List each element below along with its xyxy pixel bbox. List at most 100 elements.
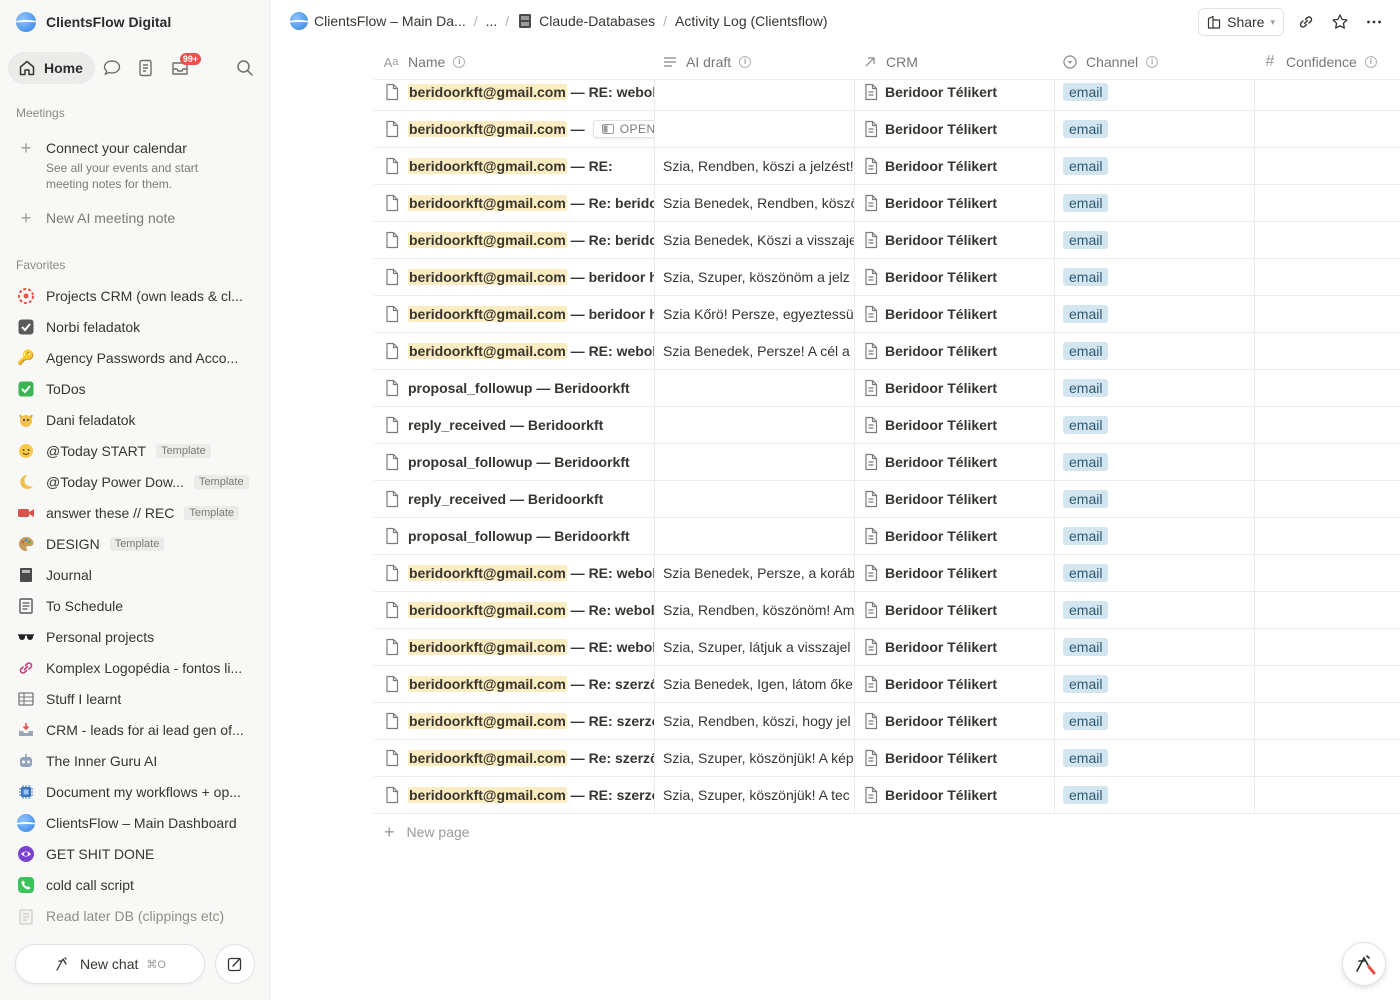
cell-ai-draft[interactable]: Szia Benedek, Igen, látom őke bbox=[654, 666, 854, 702]
sidebar-item-favorite[interactable]: ToDos bbox=[16, 373, 262, 404]
cell-name[interactable]: beridoorkft@gmail.com — beridoor ho bbox=[374, 296, 654, 332]
row-title[interactable]: proposal_followup — Beridoorkft bbox=[408, 528, 630, 544]
cell-name[interactable]: proposal_followup — Beridoorkft bbox=[374, 370, 654, 406]
cell-crm[interactable]: Beridoor Télikert bbox=[854, 703, 1054, 739]
cell-crm[interactable]: Beridoor Télikert bbox=[854, 740, 1054, 776]
row-title[interactable]: reply_received — Beridoorkft bbox=[408, 491, 603, 507]
cell-ai-draft[interactable] bbox=[654, 481, 854, 517]
cell-confidence[interactable] bbox=[1254, 333, 1400, 369]
table-row[interactable]: reply_received — Beridoorkft Beridoor Tél… bbox=[374, 407, 1400, 444]
favorite-button[interactable] bbox=[1328, 10, 1352, 34]
row-title[interactable]: beridoorkft@gmail.com — Re: beridoor bbox=[408, 195, 654, 211]
cell-ai-draft[interactable]: Szia Benedek, Köszi a visszaje bbox=[654, 222, 854, 258]
cell-name[interactable]: beridoorkft@gmail.com — RE: szerződ bbox=[374, 777, 654, 813]
cell-channel[interactable]: email bbox=[1054, 555, 1254, 591]
workspace-switcher[interactable]: ClientsFlow Digital bbox=[16, 10, 171, 34]
sidebar-item-favorite[interactable]: ClientsFlow – Main Dashboard bbox=[16, 807, 262, 838]
cell-channel[interactable]: email bbox=[1054, 777, 1254, 813]
cell-crm[interactable]: Beridoor Télikert bbox=[854, 407, 1054, 443]
cell-ai-draft[interactable] bbox=[654, 444, 854, 480]
breadcrumb-dashboard[interactable]: ClientsFlow – Main Da... bbox=[290, 12, 466, 30]
row-title[interactable]: beridoorkft@gmail.com — bbox=[408, 121, 585, 137]
sidebar-item-favorite[interactable]: @Today START Template bbox=[16, 435, 262, 466]
cell-name[interactable]: beridoorkft@gmail.com — Re: szerződ bbox=[374, 666, 654, 702]
cell-channel[interactable]: email bbox=[1054, 740, 1254, 776]
breadcrumb-ellipsis[interactable]: ... bbox=[486, 13, 498, 29]
table-row[interactable]: beridoorkft@gmail.com — RE: webold Szia B… bbox=[374, 333, 1400, 370]
sidebar-item-favorite[interactable]: Projects CRM (own leads & cl... bbox=[16, 280, 262, 311]
crm-link[interactable]: Beridoor Télikert bbox=[885, 639, 997, 655]
cell-channel[interactable]: email bbox=[1054, 407, 1254, 443]
table-row[interactable]: beridoorkft@gmail.com — Re: beridoor Szia… bbox=[374, 185, 1400, 222]
cell-crm[interactable]: Beridoor Télikert bbox=[854, 555, 1054, 591]
row-title[interactable]: beridoorkft@gmail.com — RE: szerződ bbox=[408, 713, 654, 729]
sidebar-item-favorite[interactable]: To Schedule bbox=[16, 590, 262, 621]
cell-channel[interactable]: email bbox=[1054, 222, 1254, 258]
home-button[interactable]: Home bbox=[8, 52, 95, 84]
cell-name[interactable]: beridoorkft@gmail.com — Re: szerződ bbox=[374, 740, 654, 776]
cell-name[interactable]: reply_received — Beridoorkft bbox=[374, 407, 654, 443]
row-title[interactable]: beridoorkft@gmail.com — RE: webold bbox=[408, 639, 654, 655]
row-title[interactable]: proposal_followup — Beridoorkft bbox=[408, 454, 630, 470]
table-row[interactable]: beridoorkft@gmail.com — RE: Szia, Rendben… bbox=[374, 148, 1400, 185]
cell-confidence[interactable] bbox=[1254, 555, 1400, 591]
table-row[interactable]: beridoorkft@gmail.com — RE: webold Szia B… bbox=[374, 555, 1400, 592]
crm-link[interactable]: Beridoor Télikert bbox=[885, 787, 997, 803]
cell-ai-draft[interactable] bbox=[654, 111, 854, 147]
crm-link[interactable]: Beridoor Télikert bbox=[885, 528, 997, 544]
crm-link[interactable]: Beridoor Télikert bbox=[885, 565, 997, 581]
cell-crm[interactable]: Beridoor Télikert bbox=[854, 259, 1054, 295]
cell-name[interactable]: reply_received — Beridoorkft bbox=[374, 481, 654, 517]
row-title[interactable]: beridoorkft@gmail.com — RE: webold bbox=[408, 84, 654, 100]
row-title[interactable]: beridoorkft@gmail.com — RE: webold bbox=[408, 343, 654, 359]
copy-link-button[interactable] bbox=[1294, 10, 1318, 34]
cell-name[interactable]: beridoorkft@gmail.com — beridoor ho bbox=[374, 259, 654, 295]
crm-link[interactable]: Beridoor Télikert bbox=[885, 676, 997, 692]
new-ai-meeting-note[interactable]: + New AI meeting note bbox=[16, 209, 175, 227]
cell-ai-draft[interactable] bbox=[654, 407, 854, 443]
sidebar-item-favorite[interactable]: Journal bbox=[16, 559, 262, 590]
search-button[interactable] bbox=[228, 52, 262, 84]
sidebar-item-favorite[interactable]: Dani feladatok bbox=[16, 404, 262, 435]
cell-confidence[interactable] bbox=[1254, 407, 1400, 443]
cell-channel[interactable]: email bbox=[1054, 333, 1254, 369]
crm-link[interactable]: Beridoor Télikert bbox=[885, 343, 997, 359]
cell-crm[interactable]: Beridoor Télikert bbox=[854, 222, 1054, 258]
sidebar-item-favorite[interactable]: Norbi feladatok bbox=[16, 311, 262, 342]
breadcrumb-claude-databases[interactable]: Claude-Databases bbox=[517, 13, 655, 29]
cell-confidence[interactable] bbox=[1254, 296, 1400, 332]
cell-crm[interactable]: Beridoor Télikert bbox=[854, 481, 1054, 517]
cell-confidence[interactable] bbox=[1254, 518, 1400, 554]
cell-crm[interactable]: Beridoor Télikert bbox=[854, 666, 1054, 702]
table-row[interactable]: proposal_followup — Beridoorkft Beridoor … bbox=[374, 444, 1400, 481]
crm-link[interactable]: Beridoor Télikert bbox=[885, 121, 997, 137]
cell-confidence[interactable] bbox=[1254, 185, 1400, 221]
cell-channel[interactable]: email bbox=[1054, 259, 1254, 295]
cell-ai-draft[interactable]: Szia Benedek, Persze! A cél a bbox=[654, 333, 854, 369]
cell-confidence[interactable] bbox=[1254, 259, 1400, 295]
crm-link[interactable]: Beridoor Télikert bbox=[885, 269, 997, 285]
crm-link[interactable]: Beridoor Télikert bbox=[885, 454, 997, 470]
cell-channel[interactable]: email bbox=[1054, 111, 1254, 147]
cell-crm[interactable]: Beridoor Télikert bbox=[854, 518, 1054, 554]
cell-channel[interactable]: email bbox=[1054, 518, 1254, 554]
cell-confidence[interactable] bbox=[1254, 740, 1400, 776]
crm-link[interactable]: Beridoor Télikert bbox=[885, 232, 997, 248]
cell-name[interactable]: beridoorkft@gmail.com — RE: szerződ bbox=[374, 703, 654, 739]
chat-button[interactable] bbox=[95, 52, 129, 84]
crm-link[interactable]: Beridoor Télikert bbox=[885, 380, 997, 396]
inbox-button[interactable]: 99+ bbox=[163, 52, 202, 84]
cell-confidence[interactable] bbox=[1254, 148, 1400, 184]
cell-crm[interactable]: Beridoor Télikert bbox=[854, 333, 1054, 369]
table-row[interactable]: beridoorkft@gmail.com — Re: szerződ Szia … bbox=[374, 666, 1400, 703]
table-row[interactable]: beridoorkft@gmail.com — Re: szerződ Szia,… bbox=[374, 740, 1400, 777]
crm-link[interactable]: Beridoor Télikert bbox=[885, 306, 997, 322]
cell-name[interactable]: beridoorkft@gmail.com — RE: webold bbox=[374, 333, 654, 369]
table-row[interactable]: beridoorkft@gmail.com — beridoor ho Szia … bbox=[374, 296, 1400, 333]
cell-name[interactable]: proposal_followup — Beridoorkft bbox=[374, 444, 654, 480]
column-header-name[interactable]: Aa Name i bbox=[374, 44, 654, 80]
cell-name[interactable]: beridoorkft@gmail.com — OPEN bbox=[374, 111, 654, 147]
crm-link[interactable]: Beridoor Télikert bbox=[885, 84, 997, 100]
sidebar-item-favorite[interactable]: Personal projects bbox=[16, 621, 262, 652]
new-page-button[interactable]: + New page bbox=[384, 820, 470, 844]
